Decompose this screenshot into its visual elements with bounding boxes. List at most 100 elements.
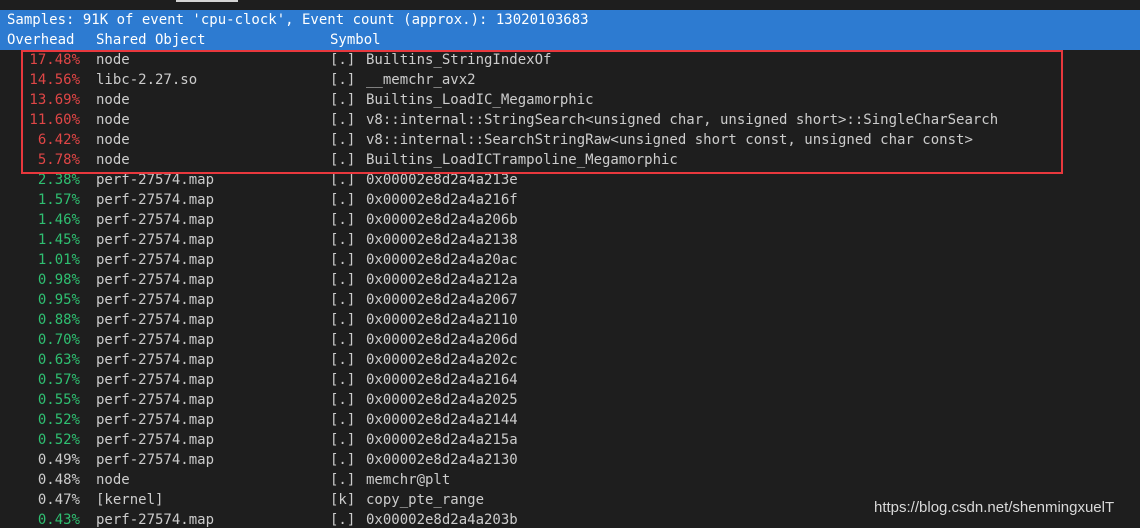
overhead-cell: 17.48% — [29, 52, 80, 68]
symbol-level-cell: [.] — [330, 352, 356, 368]
symbol-level-cell: [.] — [330, 252, 356, 268]
overhead-cell: 0.98% — [37, 272, 80, 288]
table-row[interactable]: 0.70% perf-27574.map [.] 0x00002e8d2a4a206d — [0, 330, 1140, 350]
symbol-cell: 0x00002e8d2a4a2144 — [366, 412, 518, 428]
symbol-level-cell: [.] — [330, 92, 356, 108]
terminal-tab-indicator — [176, 0, 238, 2]
symbol-level-cell: [.] — [330, 72, 356, 88]
overhead-cell: 0.47% — [37, 492, 80, 508]
table-row[interactable]: 0.95% perf-27574.map [.] 0x00002e8d2a4a2067 — [0, 290, 1140, 310]
shared-object-cell: perf-27574.map — [96, 232, 215, 248]
overhead-cell: 0.43% — [37, 512, 80, 528]
table-row[interactable]: 14.56% libc-2.27.so [.] __memchr_avx2 — [0, 70, 1140, 90]
symbol-level-cell: [.] — [330, 272, 356, 288]
symbol-level-cell: [.] — [330, 472, 356, 488]
shared-object-cell: perf-27574.map — [96, 392, 215, 408]
symbol-cell: 0x00002e8d2a4a202c — [366, 352, 518, 368]
overhead-cell: 0.88% — [37, 312, 80, 328]
symbol-level-cell: [.] — [330, 332, 356, 348]
summary-bar: Samples: 91K of event 'cpu-clock', Event… — [0, 10, 1140, 30]
symbol-cell: v8::internal::StringSearch<unsigned char… — [366, 112, 999, 128]
table-row[interactable]: 1.46% perf-27574.map [.] 0x00002e8d2a4a206b — [0, 210, 1140, 230]
symbol-cell: __memchr_avx2 — [366, 72, 476, 88]
table-row[interactable]: 0.52% perf-27574.map [.] 0x00002e8d2a4a215a — [0, 430, 1140, 450]
table-row[interactable]: 1.57% perf-27574.map [.] 0x00002e8d2a4a216f — [0, 190, 1140, 210]
table-row[interactable]: 2.38% perf-27574.map [.] 0x00002e8d2a4a213e — [0, 170, 1140, 190]
symbol-level-cell: [.] — [330, 212, 356, 228]
perf-report-terminal: Samples: 91K of event 'cpu-clock', Event… — [0, 0, 1140, 528]
shared-object-cell: node — [96, 92, 130, 108]
symbol-cell: 0x00002e8d2a4a215a — [366, 432, 518, 448]
symbol-cell: 0x00002e8d2a4a2067 — [366, 292, 518, 308]
table-row[interactable]: 0.48% node [.] memchr@plt — [0, 470, 1140, 490]
symbol-level-cell: [k] — [330, 492, 356, 508]
symbol-level-cell: [.] — [330, 432, 356, 448]
overhead-cell: 0.52% — [37, 412, 80, 428]
watermark-url: https://blog.csdn.net/shenmingxuelT — [874, 499, 1115, 516]
shared-object-cell: node — [96, 112, 130, 128]
symbol-level-cell: [.] — [330, 412, 356, 428]
overhead-cell: 0.95% — [37, 292, 80, 308]
table-row[interactable]: 0.63% perf-27574.map [.] 0x00002e8d2a4a202c — [0, 350, 1140, 370]
shared-object-cell: perf-27574.map — [96, 452, 215, 468]
shared-object-cell: perf-27574.map — [96, 272, 215, 288]
overhead-cell: 11.60% — [29, 112, 80, 128]
shared-object-cell: libc-2.27.so — [96, 72, 198, 88]
table-row[interactable]: 6.42% node [.] v8::internal::SearchStringRa… — [0, 130, 1140, 150]
symbol-cell: 0x00002e8d2a4a216f — [366, 192, 518, 208]
table-row[interactable]: 0.55% perf-27574.map [.] 0x00002e8d2a4a2025 — [0, 390, 1140, 410]
symbol-cell: 0x00002e8d2a4a206b — [366, 212, 518, 228]
header-overhead: Overhead — [7, 32, 75, 48]
symbol-cell: memchr@plt — [366, 472, 451, 488]
symbol-level-cell: [.] — [330, 372, 356, 388]
symbol-cell: Builtins_LoadIC_Megamorphic — [366, 92, 594, 108]
table-row[interactable]: 0.49% perf-27574.map [.] 0x00002e8d2a4a2130 — [0, 450, 1140, 470]
symbol-cell: 0x00002e8d2a4a206d — [366, 332, 518, 348]
symbol-cell: 0x00002e8d2a4a2138 — [366, 232, 518, 248]
shared-object-cell: perf-27574.map — [96, 372, 215, 388]
symbol-level-cell: [.] — [330, 392, 356, 408]
symbol-level-cell: [.] — [330, 192, 356, 208]
table-row[interactable]: 17.48% node [.] Builtins_StringIndexOf — [0, 50, 1140, 70]
table-row[interactable]: 0.98% perf-27574.map [.] 0x00002e8d2a4a212a — [0, 270, 1140, 290]
table-row[interactable]: 13.69% node [.] Builtins_LoadIC_Megamorphic — [0, 90, 1140, 110]
overhead-cell: 6.42% — [37, 132, 80, 148]
symbol-level-cell: [.] — [330, 152, 356, 168]
table-row[interactable]: 5.78% node [.] Builtins_LoadICTrampoline_Me… — [0, 150, 1140, 170]
overhead-cell: 1.45% — [37, 232, 80, 248]
overhead-cell: 1.01% — [37, 252, 80, 268]
overhead-cell: 0.55% — [37, 392, 80, 408]
symbol-level-cell: [.] — [330, 292, 356, 308]
symbol-cell: 0x00002e8d2a4a2110 — [366, 312, 518, 328]
shared-object-cell: perf-27574.map — [96, 352, 215, 368]
table-row[interactable]: 0.52% perf-27574.map [.] 0x00002e8d2a4a2144 — [0, 410, 1140, 430]
symbol-cell: Builtins_StringIndexOf — [366, 52, 552, 68]
shared-object-cell: [kernel] — [96, 492, 164, 508]
shared-object-cell: perf-27574.map — [96, 412, 215, 428]
table-row[interactable]: 0.88% perf-27574.map [.] 0x00002e8d2a4a2110 — [0, 310, 1140, 330]
table-row[interactable]: 1.45% perf-27574.map [.] 0x00002e8d2a4a2138 — [0, 230, 1140, 250]
shared-object-cell: perf-27574.map — [96, 292, 215, 308]
symbol-cell: 0x00002e8d2a4a203b — [366, 512, 518, 528]
shared-object-cell: perf-27574.map — [96, 312, 215, 328]
symbol-level-cell: [.] — [330, 112, 356, 128]
shared-object-cell: node — [96, 132, 130, 148]
shared-object-cell: perf-27574.map — [96, 432, 215, 448]
shared-object-cell: node — [96, 52, 130, 68]
overhead-cell: 14.56% — [29, 72, 80, 88]
overhead-cell: 1.46% — [37, 212, 80, 228]
shared-object-cell: perf-27574.map — [96, 512, 215, 528]
shared-object-cell: perf-27574.map — [96, 252, 215, 268]
symbol-level-cell: [.] — [330, 172, 356, 188]
table-row[interactable]: 11.60% node [.] v8::internal::StringSearch<… — [0, 110, 1140, 130]
symbol-level-cell: [.] — [330, 512, 356, 528]
symbol-cell: 0x00002e8d2a4a2130 — [366, 452, 518, 468]
symbol-cell: 0x00002e8d2a4a212a — [366, 272, 518, 288]
table-row[interactable]: 0.57% perf-27574.map [.] 0x00002e8d2a4a2164 — [0, 370, 1140, 390]
table-row[interactable]: 1.01% perf-27574.map [.] 0x00002e8d2a4a20ac — [0, 250, 1140, 270]
symbol-cell: v8::internal::SearchStringRaw<unsigned s… — [366, 132, 973, 148]
shared-object-cell: node — [96, 472, 130, 488]
symbol-cell: 0x00002e8d2a4a2025 — [366, 392, 518, 408]
shared-object-cell: perf-27574.map — [96, 192, 215, 208]
column-header: Overhead Shared Object Symbol — [0, 30, 1140, 50]
